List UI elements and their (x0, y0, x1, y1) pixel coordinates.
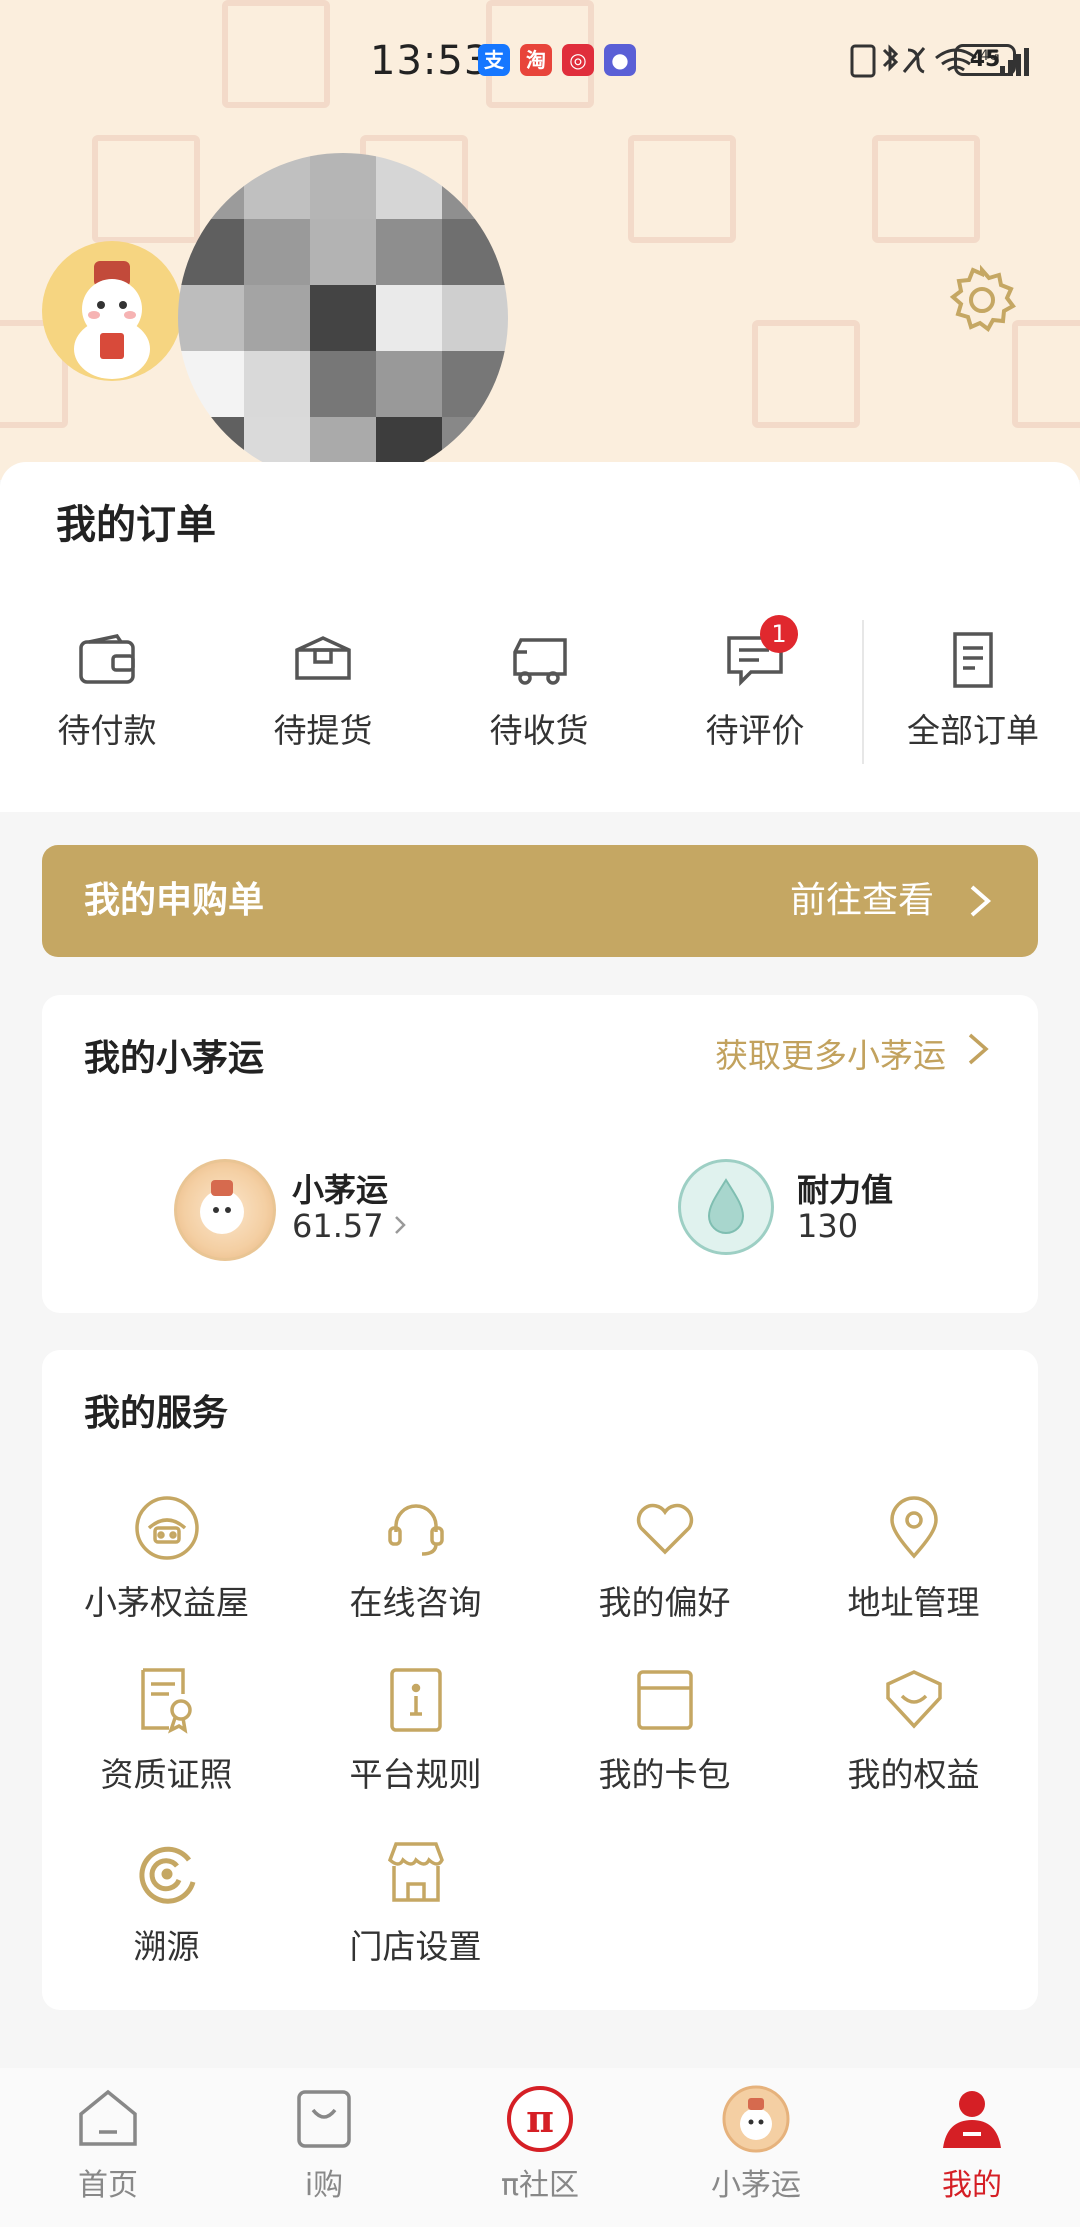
wallet-icon (79, 634, 135, 684)
order-status-row: 待付款 待提货 待收货 待评价 全部订单 (0, 610, 1080, 780)
system-status-icons: 4G (850, 44, 1029, 78)
subscription-link[interactable]: 前往查看 (790, 845, 934, 957)
luck-coin-icon[interactable] (174, 1159, 276, 1261)
benefits-house-icon (134, 1496, 199, 1560)
order-pending-pickup[interactable]: 待提货 (238, 610, 408, 752)
watermark-stamp (1012, 320, 1080, 428)
tab-luck[interactable]: 小茅运 (648, 2084, 864, 2204)
luck-name: 小茅运 (292, 1171, 389, 1209)
bottom-tab-bar: 首页 i购 π π社区 小茅运 我的 (0, 2068, 1080, 2227)
shopping-bag-icon (297, 2090, 351, 2148)
mascot-coin-icon (200, 1180, 244, 1234)
service-store-settings[interactable]: 门店设置 (291, 1836, 540, 1968)
app-notification-icon: ● (604, 44, 636, 76)
luck-title: 我的小茅运 (84, 1038, 265, 1079)
tab-i-shop[interactable]: i购 (216, 2084, 432, 2204)
endurance-value: 130 (797, 1207, 859, 1245)
store-icon (387, 1842, 444, 1902)
chevron-right-icon (970, 885, 992, 917)
order-all[interactable]: 全部订单 (888, 610, 1058, 752)
service-address[interactable]: 地址管理 (789, 1492, 1038, 1624)
watermark-stamp (92, 135, 200, 243)
chevron-right-icon (395, 1216, 406, 1234)
box-icon (295, 636, 351, 680)
order-pending-review[interactable]: 待评价 (670, 610, 840, 752)
tab-me[interactable]: 我的 (864, 2084, 1080, 2204)
services-card: 我的服务 小茅权益屋 在线咨询 我的偏好 地址管理 资质证照 平台规则 我的卡包… (42, 1350, 1038, 2010)
review-count-badge: 1 (760, 615, 798, 653)
blurred-username (178, 153, 508, 483)
alipay-icon: 支 (478, 44, 510, 76)
services-title: 我的服务 (84, 1393, 229, 1434)
status-time: 13:53 (370, 38, 491, 84)
subscription-bar[interactable]: 我的申购单 前往查看 (42, 845, 1038, 957)
orders-title: 我的订单 (56, 502, 216, 548)
home-icon (79, 2089, 137, 2146)
get-more-luck-link[interactable]: 获取更多小茅运 (715, 1029, 946, 1077)
luck-card: 我的小茅运 获取更多小茅运 小茅运 61.57 耐力值 130 (42, 995, 1038, 1313)
headset-icon (387, 1504, 444, 1556)
card-wallet-icon (636, 1670, 693, 1730)
watermark-stamp (752, 320, 860, 428)
chevron-right-icon (968, 1033, 989, 1065)
mascot-avatar-icon (74, 261, 150, 379)
certificate-icon (140, 1668, 192, 1734)
rights-shield-icon (885, 1670, 942, 1729)
endurance-name: 耐力值 (797, 1171, 894, 1209)
luck-mascot-icon (722, 2085, 790, 2153)
service-preferences[interactable]: 我的偏好 (540, 1492, 789, 1624)
tab-home[interactable]: 首页 (0, 2084, 216, 2204)
pi-community-icon: π (507, 2086, 573, 2152)
subscription-title: 我的申购单 (84, 880, 265, 921)
svg-text:π: π (526, 2096, 554, 2141)
service-platform-rules[interactable]: 平台规则 (291, 1664, 540, 1796)
traceability-icon (138, 1846, 195, 1904)
battery-indicator: 45 (954, 44, 1016, 76)
avatar[interactable] (42, 241, 182, 381)
service-certificates[interactable]: 资质证照 (42, 1664, 291, 1796)
luck-value[interactable]: 61.57 (292, 1207, 384, 1245)
document-list-icon (953, 632, 993, 688)
watermark-stamp (872, 135, 980, 243)
rules-book-icon (389, 1668, 442, 1732)
endurance-drop-icon (678, 1159, 774, 1255)
location-pin-icon (889, 1496, 938, 1559)
service-card-wallet[interactable]: 我的卡包 (540, 1664, 789, 1796)
order-pending-delivery[interactable]: 待收货 (454, 610, 624, 752)
truck-icon (513, 638, 567, 685)
heart-icon (636, 1503, 693, 1555)
watermark-stamp (628, 135, 736, 243)
order-divider (862, 620, 864, 764)
shopping-app-icon: ◎ (562, 44, 594, 76)
order-pending-payment[interactable]: 待付款 (22, 610, 192, 752)
settings-gear-icon[interactable] (946, 264, 1018, 336)
service-benefits-house[interactable]: 小茅权益屋 (42, 1492, 291, 1624)
service-traceability[interactable]: 溯源 (42, 1836, 291, 1968)
profile-icon (943, 2091, 1001, 2148)
water-drop-icon (707, 1178, 745, 1234)
taobao-icon: 淘 (520, 44, 552, 76)
status-bar: 13:53 支 淘 ◎ ● 4G 45 (0, 0, 1080, 120)
service-rights[interactable]: 我的权益 (789, 1664, 1038, 1796)
service-online-consult[interactable]: 在线咨询 (291, 1492, 540, 1624)
tab-pi-community[interactable]: π π社区 (432, 2084, 648, 2204)
notification-icons: 支 淘 ◎ ● (478, 44, 636, 76)
